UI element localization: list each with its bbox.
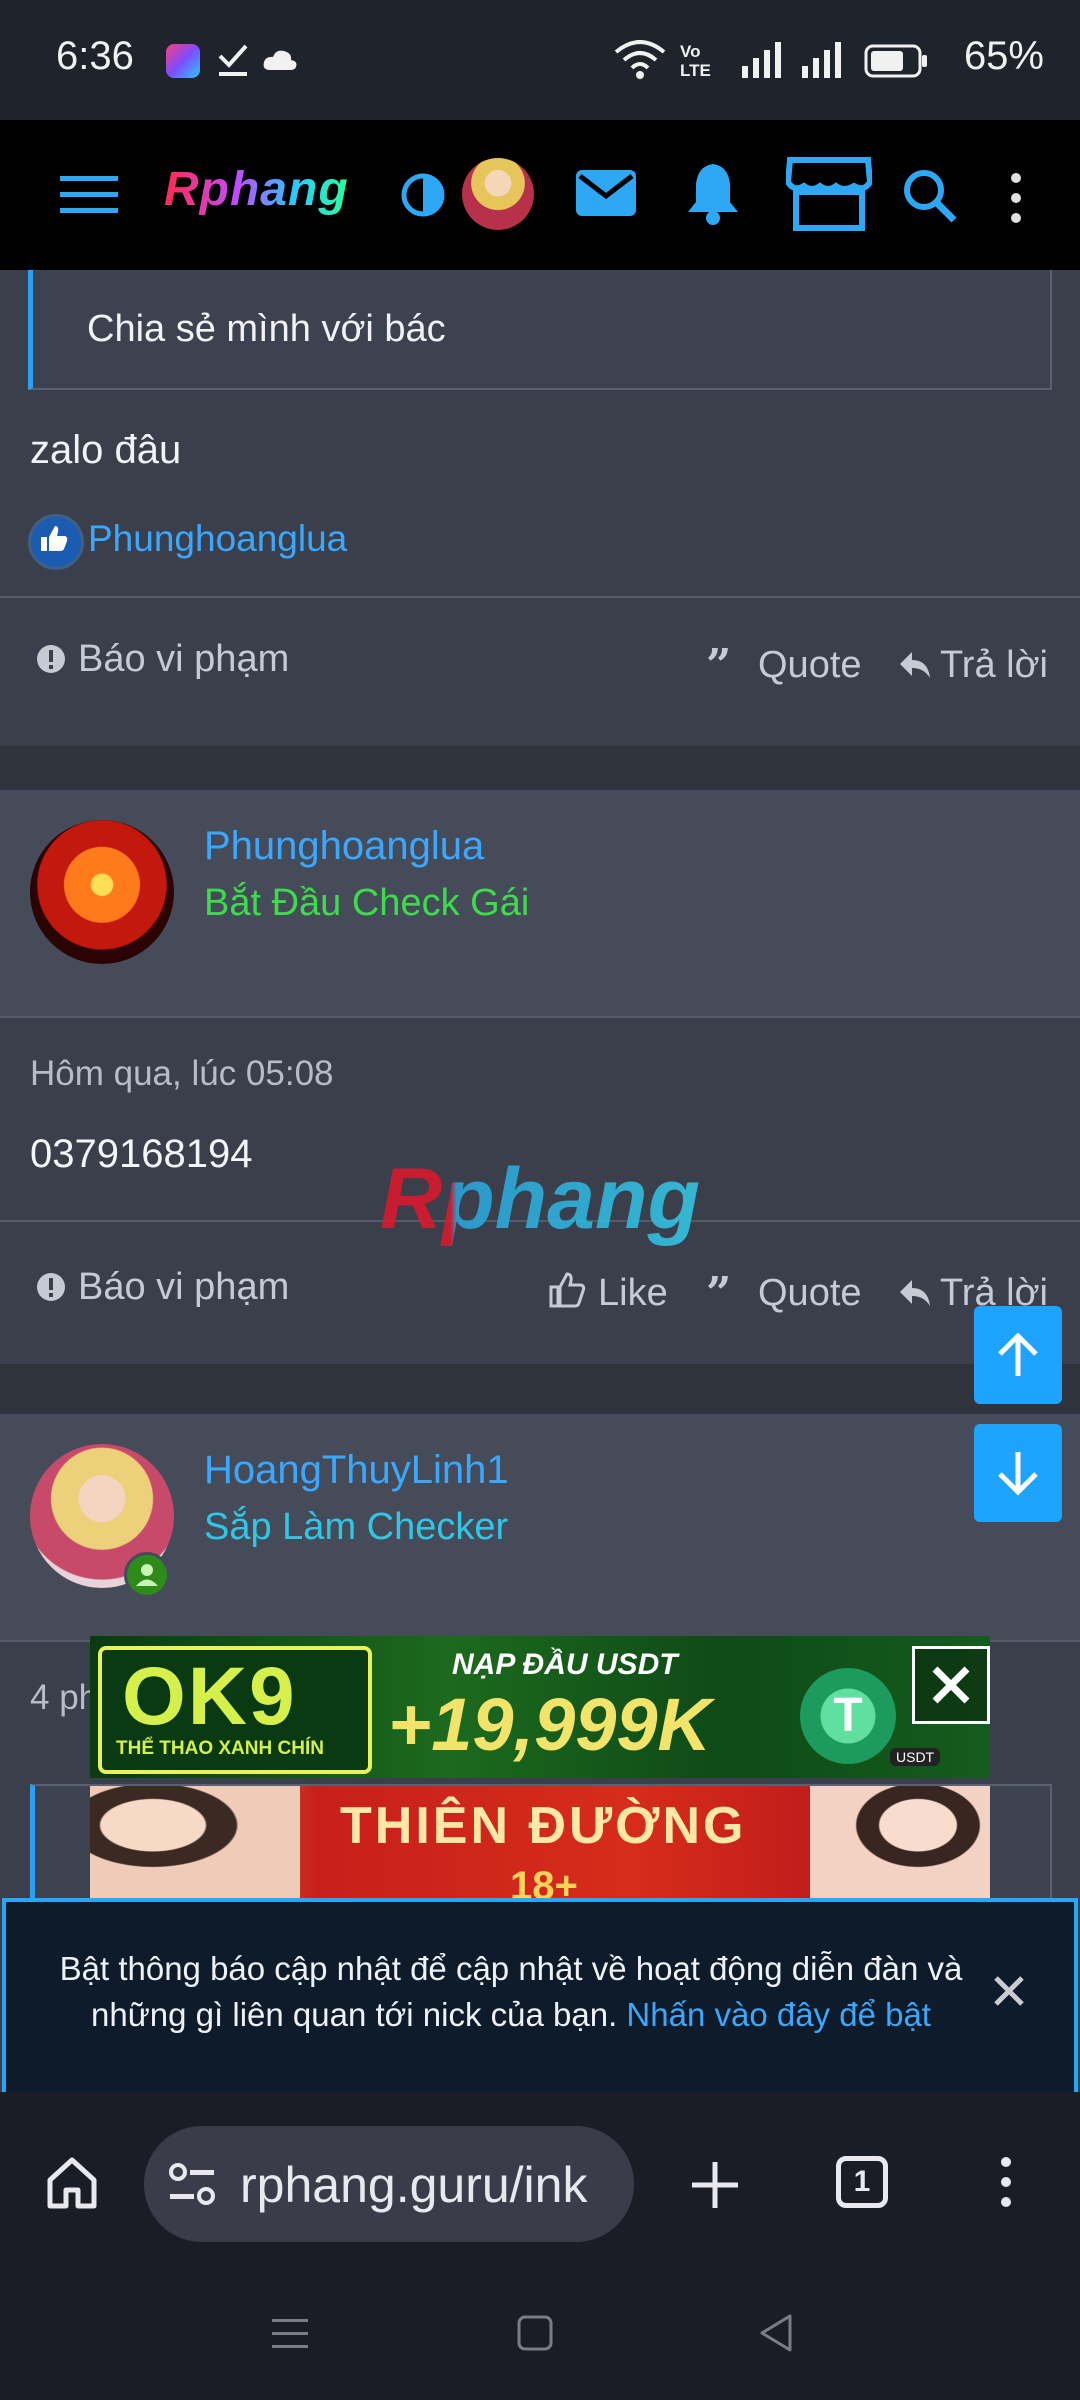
hamburger-menu-icon[interactable] <box>60 174 118 221</box>
post-3-timestamp[interactable]: 4 ph <box>30 1678 98 1718</box>
quote-label: Quote <box>758 1272 862 1314</box>
theme-toggle-icon[interactable] <box>400 172 446 223</box>
online-status-icon <box>124 1552 170 1598</box>
like-label: Like <box>598 1272 668 1314</box>
quote-text: Chia sẻ mình với bác <box>87 308 446 350</box>
url-text[interactable]: rphang.guru/ink <box>240 2156 620 2214</box>
post-3-username[interactable]: HoangThuyLinh1 <box>204 1448 509 1493</box>
app-notification-icon <box>166 44 200 78</box>
tab-count: 1 <box>853 2165 871 2198</box>
ad-model-photo-right <box>810 1786 990 1898</box>
post-1: Chia sẻ mình với bác zalo đâu Phunghoang… <box>0 270 1080 746</box>
post-2-timestamp[interactable]: Hôm qua, lúc 05:08 <box>30 1054 334 1094</box>
reply-label: Trả lời <box>940 644 1048 686</box>
status-time: 6:36 <box>56 34 134 78</box>
ad-ok9-logo-box: OK9 THỂ THAO XANH CHÍN <box>98 1646 372 1774</box>
signal-icon-2 <box>800 40 844 85</box>
post-gap <box>0 746 1080 790</box>
quote-block: Chia sẻ mình với bác <box>28 270 1052 390</box>
report-button[interactable]: Báo vi phạm <box>36 638 289 680</box>
new-tab-icon[interactable] <box>690 2160 740 2215</box>
post-2-username[interactable]: Phunghoanglua <box>204 824 484 869</box>
system-navigation-bar <box>0 2272 1080 2400</box>
enable-notifications-link[interactable]: Nhấn vào đây để bật <box>626 1996 931 2033</box>
user-avatar[interactable] <box>462 158 534 230</box>
watermark-logo: Rphang <box>380 1151 701 1247</box>
battery-icon <box>864 44 928 83</box>
ad-thien-duong-headline: THIÊN ĐƯỜNG <box>340 1797 747 1855</box>
post-gap <box>0 1364 1080 1414</box>
post-3-user-title: Sắp Làm Checker <box>204 1506 509 1548</box>
close-icon <box>994 1976 1024 2006</box>
report-label: Báo vi phạm <box>78 1266 290 1308</box>
close-notification-button[interactable] <box>992 1974 1026 2013</box>
ad-model-photo-left <box>90 1786 300 1898</box>
ad-banner-thien-duong[interactable]: THIÊN ĐƯỜNG 18+ <box>90 1786 990 1898</box>
post-2-header: Phunghoanglua Bắt Đầu Check Gái <box>0 790 1080 1016</box>
store-icon[interactable] <box>784 156 874 237</box>
reply-icon <box>900 652 930 678</box>
notification-text: Bật thông báo cập nhật để cập nhật về ho… <box>46 1946 976 2038</box>
arrow-up-icon <box>998 1332 1038 1376</box>
recent-apps-icon[interactable] <box>270 2316 310 2355</box>
messages-icon[interactable] <box>574 168 638 223</box>
user-avatar-phoenix[interactable] <box>30 820 174 964</box>
ad-thien-duong-sub: 18+ <box>510 1864 578 1898</box>
arrow-down-icon <box>998 1452 1038 1496</box>
quote-label: Quote <box>758 644 862 686</box>
app-header: Rphang <box>0 120 1080 270</box>
back-nav-icon[interactable] <box>758 2312 794 2359</box>
divider <box>0 596 1080 598</box>
scroll-down-button[interactable] <box>974 1424 1062 1522</box>
browser-menu-icon[interactable] <box>998 2156 1014 2213</box>
liked-by-user[interactable]: Phunghoanglua <box>88 518 347 560</box>
tab-switcher-button[interactable]: 1 <box>836 2156 888 2208</box>
url-bar[interactable]: rphang.guru/ink <box>144 2126 634 2242</box>
more-options-icon[interactable] <box>1008 172 1024 229</box>
home-icon[interactable] <box>44 2154 100 2215</box>
like-reaction-icon <box>28 514 84 570</box>
ad-close-button[interactable] <box>912 1646 990 1724</box>
browser-toolbar: rphang.guru/ink 1 <box>0 2092 1080 2272</box>
site-settings-icon[interactable] <box>168 2162 216 2213</box>
ad-ok9-sub: THỂ THAO XANH CHÍN <box>116 1738 324 1759</box>
battery-percent: 65% <box>963 34 1044 78</box>
post-2-user-title: Bắt Đầu Check Gái <box>204 882 530 924</box>
ad-ok9-headline: NẠP ĐẦU USDT <box>452 1648 678 1681</box>
ad-ok9-badge: USDT <box>890 1748 941 1766</box>
signal-icon-1 <box>740 40 784 85</box>
search-icon[interactable] <box>902 168 958 229</box>
report-button[interactable]: Báo vi phạm <box>36 1266 289 1308</box>
post-body: zalo đâu <box>30 428 182 472</box>
site-logo[interactable]: Rphang <box>164 162 349 217</box>
usdt-coin-icon: T <box>800 1668 896 1764</box>
thumbs-up-icon <box>549 1272 586 1308</box>
ad-ok9-amount: +19,999K <box>388 1683 711 1766</box>
checkmark-icon <box>216 40 250 80</box>
post-2-text: 0379168194 <box>30 1132 253 1176</box>
post-3-header: HoangThuyLinh1 Sắp Làm Checker <box>0 1414 1080 1640</box>
wifi-icon <box>614 40 666 85</box>
scroll-up-button[interactable] <box>974 1306 1062 1404</box>
quote-icon: ” <box>706 1268 732 1319</box>
home-nav-icon[interactable] <box>516 2314 554 2357</box>
ad-banner-ok9[interactable]: OK9 THỂ THAO XANH CHÍN NẠP ĐẦU USDT +19,… <box>90 1636 990 1778</box>
reply-icon <box>900 1280 930 1306</box>
quote-icon: ” <box>706 640 732 691</box>
volte-label: Vo LTE <box>680 42 711 80</box>
push-notification-banner: Bật thông báo cập nhật để cập nhật về ho… <box>2 1898 1078 2096</box>
cloud-icon <box>262 48 298 77</box>
close-icon <box>932 1666 970 1704</box>
ad-ok9-brand: OK9 <box>122 1651 297 1742</box>
notifications-bell-icon[interactable] <box>684 160 742 231</box>
report-label: Báo vi phạm <box>78 638 290 680</box>
status-bar: 6:36 Vo LTE 65% <box>0 0 1080 120</box>
